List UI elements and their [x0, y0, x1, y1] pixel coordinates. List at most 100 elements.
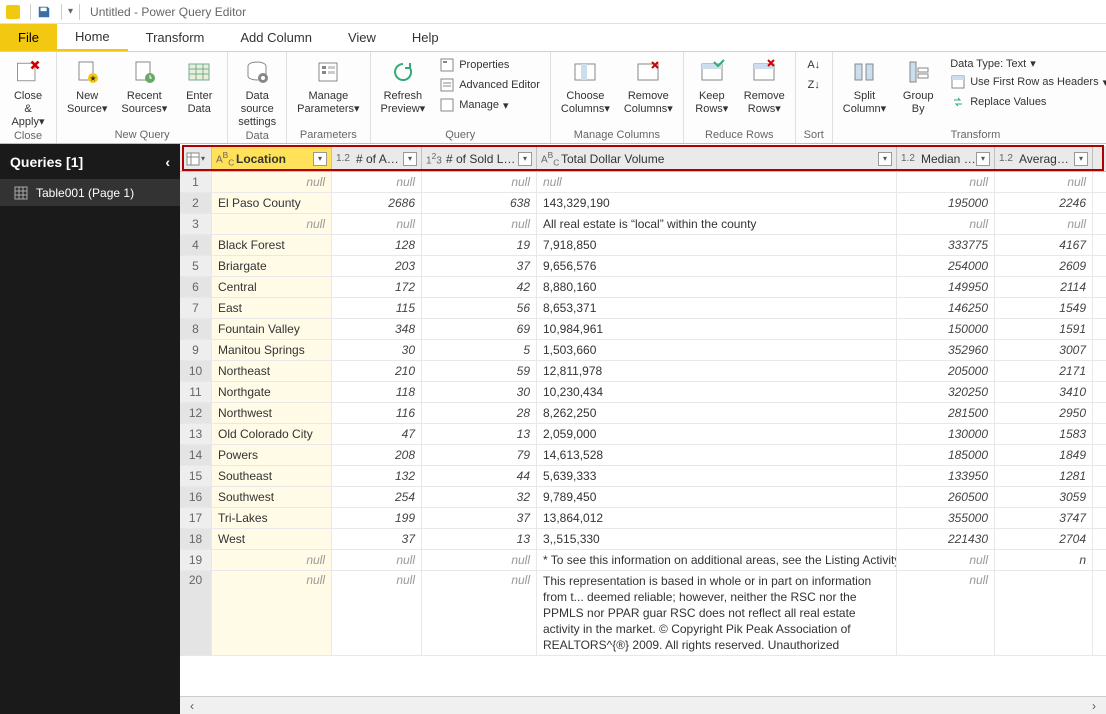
- query-item-table001[interactable]: Table001 (Page 1): [0, 180, 180, 206]
- group-by-button[interactable]: GroupBy: [894, 54, 942, 128]
- cell[interactable]: All real estate is “local” within the co…: [537, 214, 897, 234]
- cell[interactable]: 254000: [897, 256, 995, 276]
- save-icon[interactable]: [35, 3, 53, 21]
- cell[interactable]: null: [212, 172, 332, 192]
- cell[interactable]: 8,880,160: [537, 277, 897, 297]
- table-row[interactable]: 19nullnullnull* To see this information …: [180, 550, 1106, 571]
- cell[interactable]: null: [332, 172, 422, 192]
- cell[interactable]: 1549: [995, 298, 1093, 318]
- cell[interactable]: 146250: [897, 298, 995, 318]
- table-row[interactable]: 12Northwest116288,262,2502815002950: [180, 403, 1106, 424]
- table-row[interactable]: 15Southeast132445,639,3331339501281: [180, 466, 1106, 487]
- column-filter-dropdown[interactable]: ▾: [313, 152, 327, 166]
- cell[interactable]: Fountain Valley: [212, 319, 332, 339]
- cell[interactable]: 4167: [995, 235, 1093, 255]
- cell[interactable]: 1281: [995, 466, 1093, 486]
- cell[interactable]: Northgate: [212, 382, 332, 402]
- cell[interactable]: 42: [422, 277, 537, 297]
- cell[interactable]: 7,918,850: [537, 235, 897, 255]
- cell[interactable]: 208: [332, 445, 422, 465]
- cell[interactable]: 2114: [995, 277, 1093, 297]
- table-row[interactable]: 6Central172428,880,1601499502114: [180, 277, 1106, 298]
- row-number-header[interactable]: ▾: [180, 146, 212, 171]
- table-row[interactable]: 10Northeast2105912,811,9782050002171: [180, 361, 1106, 382]
- tab-add-column[interactable]: Add Column: [222, 24, 330, 51]
- cell[interactable]: El Paso County: [212, 193, 332, 213]
- cell[interactable]: 132: [332, 466, 422, 486]
- cell[interactable]: Tri-Lakes: [212, 508, 332, 528]
- cell[interactable]: 14,613,528: [537, 445, 897, 465]
- cell[interactable]: 13: [422, 424, 537, 444]
- cell[interactable]: 2609: [995, 256, 1093, 276]
- close-apply-button[interactable]: Close &Apply▾: [4, 54, 52, 129]
- cell[interactable]: 2246: [995, 193, 1093, 213]
- cell[interactable]: 3059: [995, 487, 1093, 507]
- cell[interactable]: Southwest: [212, 487, 332, 507]
- table-row[interactable]: 3nullnullnullAll real estate is “local” …: [180, 214, 1106, 235]
- cell[interactable]: 199: [332, 508, 422, 528]
- refresh-preview-button[interactable]: RefreshPreview▾: [375, 54, 432, 128]
- table-row[interactable]: 14Powers2087914,613,5281850001849: [180, 445, 1106, 466]
- cell[interactable]: This representation is based in whole or…: [537, 571, 897, 655]
- cell[interactable]: 1,503,660: [537, 340, 897, 360]
- table-row[interactable]: 13Old Colorado City47132,059,00013000015…: [180, 424, 1106, 445]
- cell[interactable]: 130000: [897, 424, 995, 444]
- cell[interactable]: 5: [422, 340, 537, 360]
- cell[interactable]: 32: [422, 487, 537, 507]
- column-header-c5[interactable]: 1.2Average Pr...▾: [995, 146, 1093, 171]
- tab-transform[interactable]: Transform: [128, 24, 223, 51]
- cell[interactable]: null: [422, 550, 537, 570]
- table-row[interactable]: 2El Paso County2686638143,329,1901950002…: [180, 193, 1106, 214]
- cell[interactable]: 19: [422, 235, 537, 255]
- use-first-row-headers-button[interactable]: Use First Row as Headers ▾: [948, 73, 1106, 91]
- cell[interactable]: null: [897, 550, 995, 570]
- cell[interactable]: 172: [332, 277, 422, 297]
- replace-values-button[interactable]: Replace Values: [948, 93, 1106, 111]
- data-source-settings-button[interactable]: Data sourcesettings: [232, 54, 282, 129]
- cell[interactable]: null: [422, 172, 537, 192]
- cell[interactable]: 2171: [995, 361, 1093, 381]
- column-filter-dropdown[interactable]: ▾: [1074, 152, 1088, 166]
- cell[interactable]: 9,656,576: [537, 256, 897, 276]
- cell[interactable]: [995, 571, 1093, 655]
- cell[interactable]: 254: [332, 487, 422, 507]
- cell[interactable]: 128: [332, 235, 422, 255]
- cell[interactable]: 5,639,333: [537, 466, 897, 486]
- column-filter-dropdown[interactable]: ▾: [976, 152, 990, 166]
- cell[interactable]: null: [897, 172, 995, 192]
- cell[interactable]: 348: [332, 319, 422, 339]
- properties-button[interactable]: Properties: [437, 56, 542, 74]
- cell[interactable]: 13,864,012: [537, 508, 897, 528]
- cell[interactable]: 8,653,371: [537, 298, 897, 318]
- cell[interactable]: null: [212, 214, 332, 234]
- cell[interactable]: Powers: [212, 445, 332, 465]
- enter-data-button[interactable]: EnterData: [175, 54, 223, 128]
- sort-asc-button[interactable]: A↓: [804, 56, 824, 74]
- cell[interactable]: 28: [422, 403, 537, 423]
- cell[interactable]: 1849: [995, 445, 1093, 465]
- table-row[interactable]: 11Northgate1183010,230,4343202503410: [180, 382, 1106, 403]
- cell[interactable]: 260500: [897, 487, 995, 507]
- scroll-left-icon[interactable]: ‹: [184, 699, 200, 713]
- cell[interactable]: 205000: [897, 361, 995, 381]
- cell[interactable]: 37: [422, 256, 537, 276]
- cell[interactable]: null: [422, 214, 537, 234]
- column-filter-dropdown[interactable]: ▾: [403, 152, 417, 166]
- cell[interactable]: 1591: [995, 319, 1093, 339]
- cell[interactable]: 2950: [995, 403, 1093, 423]
- tab-home[interactable]: Home: [57, 24, 128, 51]
- cell[interactable]: Old Colorado City: [212, 424, 332, 444]
- cell[interactable]: 115: [332, 298, 422, 318]
- table-row[interactable]: 4Black Forest128197,918,8503337754167: [180, 235, 1106, 256]
- cell[interactable]: 3747: [995, 508, 1093, 528]
- column-header-c0[interactable]: ABCLocation▾: [212, 146, 332, 171]
- cell[interactable]: null: [995, 172, 1093, 192]
- cell[interactable]: null: [995, 214, 1093, 234]
- cell[interactable]: 210: [332, 361, 422, 381]
- cell[interactable]: 30: [332, 340, 422, 360]
- cell[interactable]: 56: [422, 298, 537, 318]
- cell[interactable]: 195000: [897, 193, 995, 213]
- cell[interactable]: Southeast: [212, 466, 332, 486]
- cell[interactable]: 143,329,190: [537, 193, 897, 213]
- cell[interactable]: 10,230,434: [537, 382, 897, 402]
